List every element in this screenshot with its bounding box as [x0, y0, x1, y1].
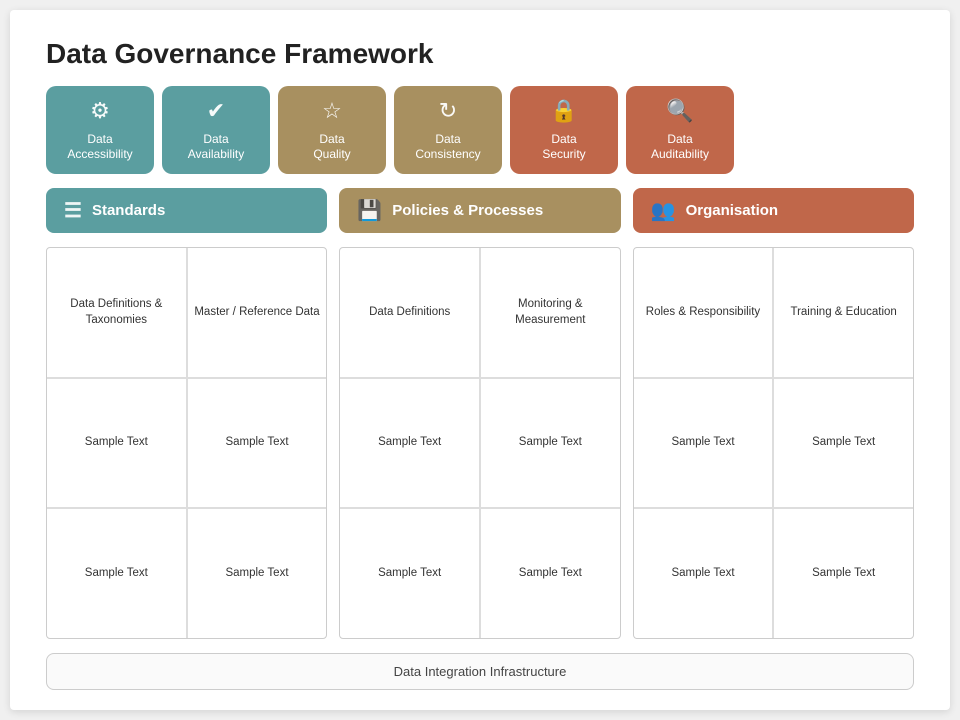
icon-cards-row: ⚙ DataAccessibility ✔ DataAvailability ☆… [46, 86, 914, 174]
cell-roles-responsibility: Roles & Responsibility [634, 248, 774, 378]
auditability-icon: 🔍 [666, 97, 693, 126]
cell-policies-sample-3: Sample Text [340, 508, 480, 638]
cell-master-reference-data: Master / Reference Data [187, 248, 327, 378]
section-headers-row: ☰ Standards 💾 Policies & Processes 👥 Org… [46, 188, 914, 233]
grid-organisation: Roles & Responsibility Training & Educat… [633, 247, 914, 639]
card-data-availability: ✔ DataAvailability [162, 86, 270, 174]
cell-policies-sample-1: Sample Text [340, 378, 480, 508]
page-title: Data Governance Framework [46, 38, 914, 70]
cell-policies-sample-2: Sample Text [480, 378, 620, 508]
rust-card-group: 🔒 DataSecurity 🔍 DataAuditability [510, 86, 734, 174]
cell-org-sample-4: Sample Text [773, 508, 913, 638]
card-data-quality: ☆ DataQuality [278, 86, 386, 174]
section-header-policies: 💾 Policies & Processes [339, 188, 620, 233]
card-label-security: DataSecurity [542, 132, 585, 163]
cell-standards-sample-1: Sample Text [47, 378, 187, 508]
cell-data-definitions: Data Definitions [340, 248, 480, 378]
grid-standards: Data Definitions & Taxonomies Master / R… [46, 247, 327, 639]
slide: Data Governance Framework ⚙ DataAccessib… [10, 10, 950, 710]
grids-row: Data Definitions & Taxonomies Master / R… [46, 247, 914, 639]
organisation-icon: 👥 [651, 198, 676, 223]
footer-bar: Data Integration Infrastructure [46, 653, 914, 690]
card-label-quality: DataQuality [313, 132, 350, 163]
card-label-consistency: DataConsistency [415, 132, 480, 163]
card-label-auditability: DataAuditability [651, 132, 709, 163]
cell-org-sample-1: Sample Text [634, 378, 774, 508]
cell-org-sample-3: Sample Text [634, 508, 774, 638]
card-data-consistency: ↻ DataConsistency [394, 86, 502, 174]
accessibility-icon: ⚙ [90, 97, 110, 126]
availability-icon: ✔ [207, 97, 225, 126]
card-data-auditability: 🔍 DataAuditability [626, 86, 734, 174]
policies-label: Policies & Processes [392, 202, 543, 219]
card-data-accessibility: ⚙ DataAccessibility [46, 86, 154, 174]
cell-standards-sample-4: Sample Text [187, 508, 327, 638]
cell-standards-sample-3: Sample Text [47, 508, 187, 638]
consistency-icon: ↻ [439, 97, 457, 126]
section-header-organisation: 👥 Organisation [633, 188, 914, 233]
cell-data-definitions-taxonomies: Data Definitions & Taxonomies [47, 248, 187, 378]
cell-standards-sample-2: Sample Text [187, 378, 327, 508]
cell-org-sample-2: Sample Text [773, 378, 913, 508]
organisation-label: Organisation [686, 202, 779, 219]
quality-icon: ☆ [322, 97, 342, 126]
standards-icon: ☰ [64, 198, 82, 223]
security-icon: 🔒 [550, 97, 577, 126]
grid-policies: Data Definitions Monitoring & Measuremen… [339, 247, 620, 639]
olive-card-group: ☆ DataQuality ↻ DataConsistency [278, 86, 502, 174]
section-header-standards: ☰ Standards [46, 188, 327, 233]
card-label-availability: DataAvailability [188, 132, 244, 163]
teal-card-group: ⚙ DataAccessibility ✔ DataAvailability [46, 86, 270, 174]
cell-training-education: Training & Education [773, 248, 913, 378]
cell-monitoring-measurement: Monitoring & Measurement [480, 248, 620, 378]
standards-label: Standards [92, 202, 165, 219]
cell-policies-sample-4: Sample Text [480, 508, 620, 638]
policies-icon: 💾 [357, 198, 382, 223]
card-label-accessibility: DataAccessibility [67, 132, 132, 163]
card-data-security: 🔒 DataSecurity [510, 86, 618, 174]
